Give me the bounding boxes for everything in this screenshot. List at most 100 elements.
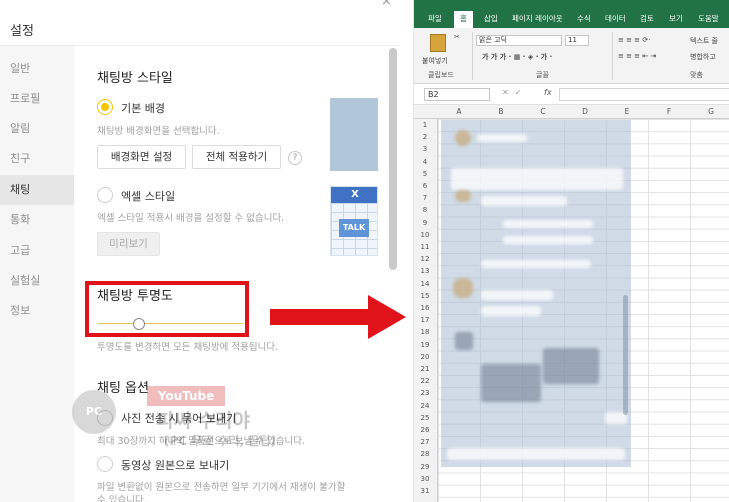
column-header[interactable]: A [449,107,469,116]
tab-view[interactable]: 보기 [669,13,683,24]
row-header[interactable]: 5 [414,170,436,178]
align-group-label: 맞춤 [690,71,703,79]
chat-bubble [451,168,623,190]
tab-file[interactable]: 파일 [428,13,442,24]
row-header[interactable]: 17 [414,316,436,324]
wrap-text-button[interactable]: 텍스트 줄 [690,36,718,46]
chat-bubble [481,260,591,268]
font-size-select[interactable]: 11 [565,35,589,46]
tab-formulas[interactable]: 수식 [577,13,591,24]
tab-data[interactable]: 데이터 [605,13,626,24]
paste-label[interactable]: 붙여넣기 [422,56,448,66]
basic-background-desc: 채팅방 배경화면을 선택합니다. [97,126,220,137]
basic-background-radio[interactable] [97,99,113,115]
formula-input[interactable] [559,88,729,101]
row-header[interactable]: 3 [414,145,436,153]
row-header[interactable]: 29 [414,463,436,471]
set-background-button[interactable]: 배경화면 설정 [97,145,186,169]
sidebar-item-chat[interactable]: 채팅 [0,175,74,205]
sidebar-item-lab[interactable]: 실험실 [0,266,74,296]
row-header[interactable]: 10 [414,231,436,239]
row-header[interactable]: 26 [414,426,436,434]
column-header[interactable]: G [701,107,721,116]
row-header[interactable]: 12 [414,255,436,263]
fx-icon[interactable]: fx [544,88,552,97]
align-top-icon[interactable]: ≡ ≡ ≡ ⟳· [618,36,650,44]
sidebar-item-profile[interactable]: 프로필 [0,84,74,114]
row-header[interactable]: 23 [414,389,436,397]
sidebar-item-friends[interactable]: 친구 [0,144,74,174]
excel-style-label: 엑셀 스타일 [121,190,176,203]
column-header[interactable]: C [533,107,553,116]
sidebar-item-advanced[interactable]: 고급 [0,236,74,266]
sidebar-item-notifications[interactable]: 알림 [0,114,74,144]
sidebar-item-info[interactable]: 정보 [0,296,74,326]
column-header[interactable]: F [659,107,679,116]
row-header[interactable]: 31 [414,487,436,495]
sidebar-item-call[interactable]: 통화 [0,205,74,235]
chat-bubble [503,220,593,228]
image-message [481,364,541,402]
row-header[interactable]: 25 [414,414,436,422]
chat-window-overlay[interactable] [441,120,631,467]
video-original-checkbox[interactable] [97,456,113,472]
row-header[interactable]: 11 [414,243,436,251]
video-desc-line2: 수 있습니다. [97,495,147,502]
column-header[interactable]: D [575,107,595,116]
photo-bundle-desc: 최대 30장까지 하나의 말풍선으로 보낼 수 있습니다. [97,436,306,447]
row-header[interactable]: 7 [414,194,436,202]
row-header[interactable]: 16 [414,304,436,312]
tab-review[interactable]: 검토 [640,13,654,24]
name-box[interactable]: B2 [424,88,490,101]
settings-scrollbar[interactable] [389,48,397,270]
formula-bar: B2 ✕✓ fx [414,85,729,105]
row-header[interactable]: 14 [414,280,436,288]
apply-all-button[interactable]: 전체 적용하기 [192,145,281,169]
tab-page-layout[interactable]: 페이지 레이아웃 [512,13,563,24]
row-header[interactable]: 1 [414,121,436,129]
row-header[interactable]: 21 [414,365,436,373]
column-header[interactable]: E [617,107,637,116]
row-header[interactable]: 4 [414,158,436,166]
row-header[interactable]: 13 [414,267,436,275]
sidebar-item-general[interactable]: 일반 [0,54,74,84]
row-header[interactable]: 6 [414,182,436,190]
row-header[interactable]: 2 [414,133,436,141]
tab-insert[interactable]: 삽입 [484,13,498,24]
preview-button[interactable]: 미리보기 [97,232,160,256]
chat-bubble [503,236,593,244]
tab-help[interactable]: 도움말 [698,13,719,24]
row-header[interactable]: 15 [414,292,436,300]
row-header[interactable]: 8 [414,206,436,214]
row-header[interactable]: 30 [414,475,436,483]
close-icon[interactable]: × [381,0,392,9]
align-left-icon[interactable]: ≡ ≡ ≡ ⇤ ⇥ [618,52,656,60]
bold-icon[interactable]: 가 가 가 · ▦ · ◈ · 가 · [482,52,552,62]
tab-home[interactable]: 홈 [454,11,473,28]
cut-icon[interactable]: ✂ [454,33,460,41]
row-header[interactable]: 18 [414,328,436,336]
column-header[interactable]: B [491,107,511,116]
row-header[interactable]: 24 [414,402,436,410]
basic-background-label: 기본 배경 [121,102,165,115]
chat-scrollbar[interactable] [623,295,628,415]
merge-center-button[interactable]: 병합하고 [690,52,716,62]
row-header[interactable]: 20 [414,353,436,361]
chat-input [447,448,625,460]
row-header[interactable]: 9 [414,219,436,227]
row-header[interactable]: 27 [414,438,436,446]
row-header[interactable]: 22 [414,377,436,385]
avatar [455,332,473,350]
excel-x-icon: X [331,187,377,203]
help-icon[interactable]: ? [288,151,302,165]
settings-sidebar: 일반 프로필 알림 친구 채팅 통화 고급 실험실 정보 [0,46,74,502]
paste-icon[interactable] [430,34,446,52]
formula-cancel-confirm-icons[interactable]: ✕✓ [502,88,527,97]
font-name-select[interactable]: 맑은 고딕 [476,35,562,46]
basic-background-preview [330,98,378,171]
chat-options-heading: 채팅 옵션 [97,381,149,396]
row-header[interactable]: 19 [414,341,436,349]
photo-bundle-checkbox[interactable] [97,410,113,426]
excel-style-radio[interactable] [97,187,113,203]
row-header[interactable]: 28 [414,450,436,458]
